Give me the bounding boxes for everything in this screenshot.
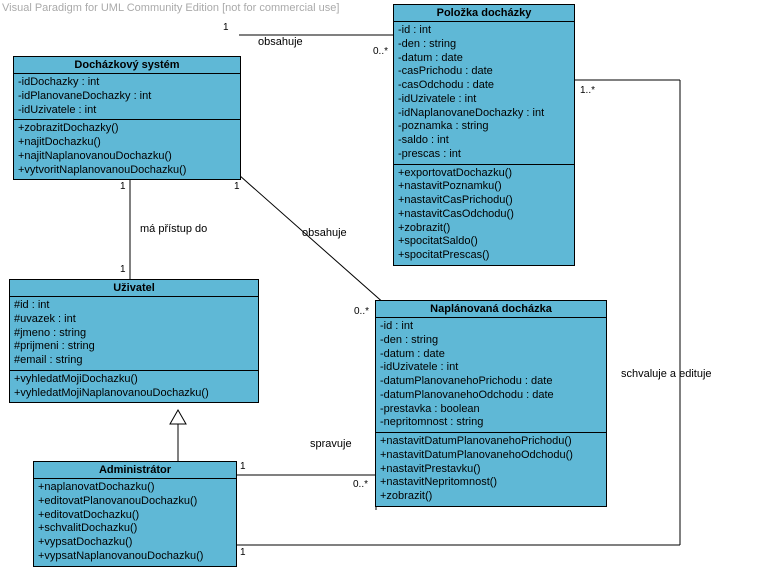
member: -id : int bbox=[380, 320, 602, 334]
member: -idUzivatele : int bbox=[380, 361, 602, 375]
rel-label: spravuje bbox=[310, 438, 352, 450]
member: #uvazek : int bbox=[14, 313, 254, 327]
member: -datum : date bbox=[398, 52, 570, 66]
member: -idNaplanovaneDochazky : int bbox=[398, 107, 570, 121]
member: +exportovatDochazku() bbox=[398, 167, 570, 181]
mult: 1..* bbox=[580, 85, 595, 96]
member: +editovatPlanovanouDochazku() bbox=[38, 495, 232, 509]
member: +vypsatDochazku() bbox=[38, 536, 232, 550]
class-dochazkovy-system: Docházkový systém -idDochazky : int-idPl… bbox=[13, 56, 241, 180]
member: #id : int bbox=[14, 299, 254, 313]
member: #prijmeni : string bbox=[14, 340, 254, 354]
member: +nastavitNepritomnost() bbox=[380, 476, 602, 490]
member: -prestavka : boolean bbox=[380, 403, 602, 417]
member: +zobrazitDochazky() bbox=[18, 122, 236, 136]
member: -den : string bbox=[398, 38, 570, 52]
member: +najitDochazku() bbox=[18, 136, 236, 150]
member: -den : string bbox=[380, 334, 602, 348]
class-title: Docházkový systém bbox=[14, 57, 240, 74]
class-polozka-dochazky: Položka docházky -id : int-den : string-… bbox=[393, 4, 575, 266]
member: +vyhledatMojiNaplanovanouDochazku() bbox=[14, 387, 254, 401]
member: +nastavitPoznamku() bbox=[398, 180, 570, 194]
member: +nastavitDatumPlanovanehoOdchodu() bbox=[380, 449, 602, 463]
member: +editovatDochazku() bbox=[38, 509, 232, 523]
mult: 1 bbox=[223, 22, 229, 33]
member: +nastavitCasPrichodu() bbox=[398, 194, 570, 208]
methods: +zobrazitDochazky()+najitDochazku()+naji… bbox=[14, 120, 240, 179]
member: -nepritomnost : string bbox=[380, 416, 602, 430]
member: -casOdchodu : date bbox=[398, 79, 570, 93]
member: +vypsatNaplanovanouDochazku() bbox=[38, 550, 232, 564]
member: +zobrazit() bbox=[380, 490, 602, 504]
member: -idUzivatele : int bbox=[18, 104, 236, 118]
methods: +vyhledatMojiDochazku()+vyhledatMojiNapl… bbox=[10, 371, 258, 403]
member: +naplanovatDochazku() bbox=[38, 481, 232, 495]
methods: +naplanovatDochazku()+editovatPlanovanou… bbox=[34, 479, 236, 566]
rel-label: obsahuje bbox=[302, 227, 347, 239]
class-title: Uživatel bbox=[10, 280, 258, 297]
member: -id : int bbox=[398, 24, 570, 38]
methods: +exportovatDochazku()+nastavitPoznamku()… bbox=[394, 165, 574, 265]
class-title: Položka docházky bbox=[394, 5, 574, 22]
member: +spocitatSaldo() bbox=[398, 235, 570, 249]
member: -poznamka : string bbox=[398, 120, 570, 134]
member: +nastavitCasOdchodu() bbox=[398, 208, 570, 222]
class-title: Administrátor bbox=[34, 462, 236, 479]
rel-label: schvaluje a edituje bbox=[621, 368, 712, 380]
rel-label: má přístup do bbox=[140, 223, 207, 235]
member: +vyhledatMojiDochazku() bbox=[14, 373, 254, 387]
watermark: Visual Paradigm for UML Community Editio… bbox=[2, 2, 339, 14]
attributes: #id : int#uvazek : int#jmeno : string#pr… bbox=[10, 297, 258, 371]
mult: 1 bbox=[240, 547, 246, 558]
member: -datumPlanovanehoOdchodu : date bbox=[380, 389, 602, 403]
mult: 0..* bbox=[354, 306, 369, 317]
member: +spocitatPrescas() bbox=[398, 249, 570, 263]
mult: 0..* bbox=[373, 46, 388, 57]
class-title: Naplánovaná docházka bbox=[376, 301, 606, 318]
member: -prescas : int bbox=[398, 148, 570, 162]
attributes: -idDochazky : int-idPlanovaneDochazky : … bbox=[14, 74, 240, 120]
attributes: -id : int-den : string-datum : date-idUz… bbox=[376, 318, 606, 433]
mult: 1 bbox=[120, 264, 126, 275]
mult: 1 bbox=[240, 461, 246, 472]
member: +nastavitPrestavku() bbox=[380, 463, 602, 477]
member: -casPrichodu : date bbox=[398, 65, 570, 79]
class-uzivatel: Uživatel #id : int#uvazek : int#jmeno : … bbox=[9, 279, 259, 403]
rel-label: obsahuje bbox=[258, 36, 303, 48]
member: -datum : date bbox=[380, 348, 602, 362]
member: +schvalitDochazku() bbox=[38, 522, 232, 536]
member: -idPlanovaneDochazky : int bbox=[18, 90, 236, 104]
attributes: -id : int-den : string-datum : date-casP… bbox=[394, 22, 574, 165]
mult: 1 bbox=[120, 181, 126, 192]
member: +vytvoritNaplanovanouDochazku() bbox=[18, 164, 236, 178]
member: -datumPlanovanehoPrichodu : date bbox=[380, 375, 602, 389]
member: -saldo : int bbox=[398, 134, 570, 148]
class-administrator: Administrátor +naplanovatDochazku()+edit… bbox=[33, 461, 237, 567]
methods: +nastavitDatumPlanovanehoPrichodu()+nast… bbox=[376, 433, 606, 506]
member: #jmeno : string bbox=[14, 327, 254, 341]
class-naplanovana-dochazka: Naplánovaná docházka -id : int-den : str… bbox=[375, 300, 607, 507]
member: +zobrazit() bbox=[398, 222, 570, 236]
member: +najitNaplanovanouDochazku() bbox=[18, 150, 236, 164]
mult: 0..* bbox=[353, 479, 368, 490]
member: #email : string bbox=[14, 354, 254, 368]
member: -idDochazky : int bbox=[18, 76, 236, 90]
member: -idUzivatele : int bbox=[398, 93, 570, 107]
mult: 1 bbox=[234, 181, 240, 192]
member: +nastavitDatumPlanovanehoPrichodu() bbox=[380, 435, 602, 449]
